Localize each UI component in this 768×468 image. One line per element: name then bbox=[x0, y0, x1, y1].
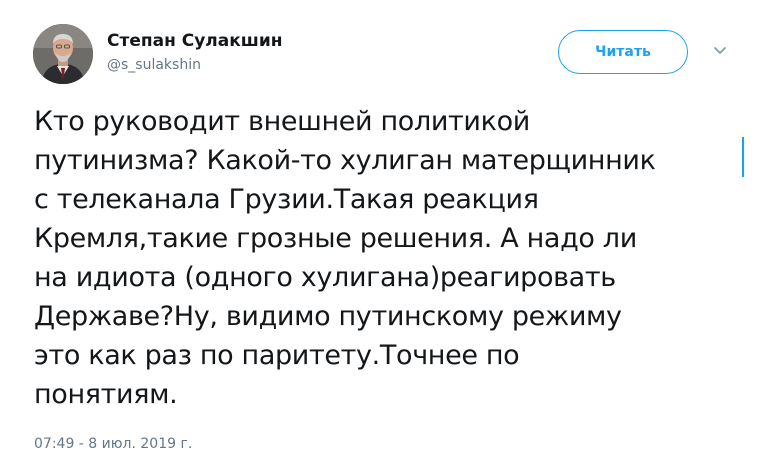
tweet-line: с телеканала Грузии.Такая реакция bbox=[34, 184, 539, 215]
tweet-line: путинизма? Какой-то хулиган матерщинник bbox=[34, 145, 656, 176]
author-name[interactable]: Степан Сулакшин bbox=[107, 31, 282, 51]
tweet-line: это как раз по паритету.Точнее по bbox=[34, 340, 520, 371]
tweet-line: понятиям. bbox=[34, 379, 178, 410]
tweet-timestamp[interactable]: 07:49 - 8 июл. 2019 г. bbox=[34, 435, 192, 453]
chevron-down-icon[interactable] bbox=[712, 45, 728, 57]
author-handle[interactable]: @s_sulakshin bbox=[107, 56, 201, 74]
tweet-line: Кто руководит внешней политикой bbox=[34, 106, 530, 137]
tweet-text: Кто руководит внешней политикой путинизм… bbox=[34, 102, 746, 414]
tweet-line: Кремля,такие грозные решения. А надо ли bbox=[34, 223, 637, 254]
tweet-line: Державе?Ну, видимо путинскому режиму bbox=[34, 301, 622, 332]
avatar[interactable] bbox=[33, 24, 93, 84]
follow-button[interactable]: Читать bbox=[558, 30, 688, 74]
tweet-line: на идиота (одного хулигана)реагировать bbox=[34, 262, 616, 293]
avatar-photo bbox=[33, 24, 93, 84]
scrollbar-thumb[interactable] bbox=[742, 137, 744, 177]
